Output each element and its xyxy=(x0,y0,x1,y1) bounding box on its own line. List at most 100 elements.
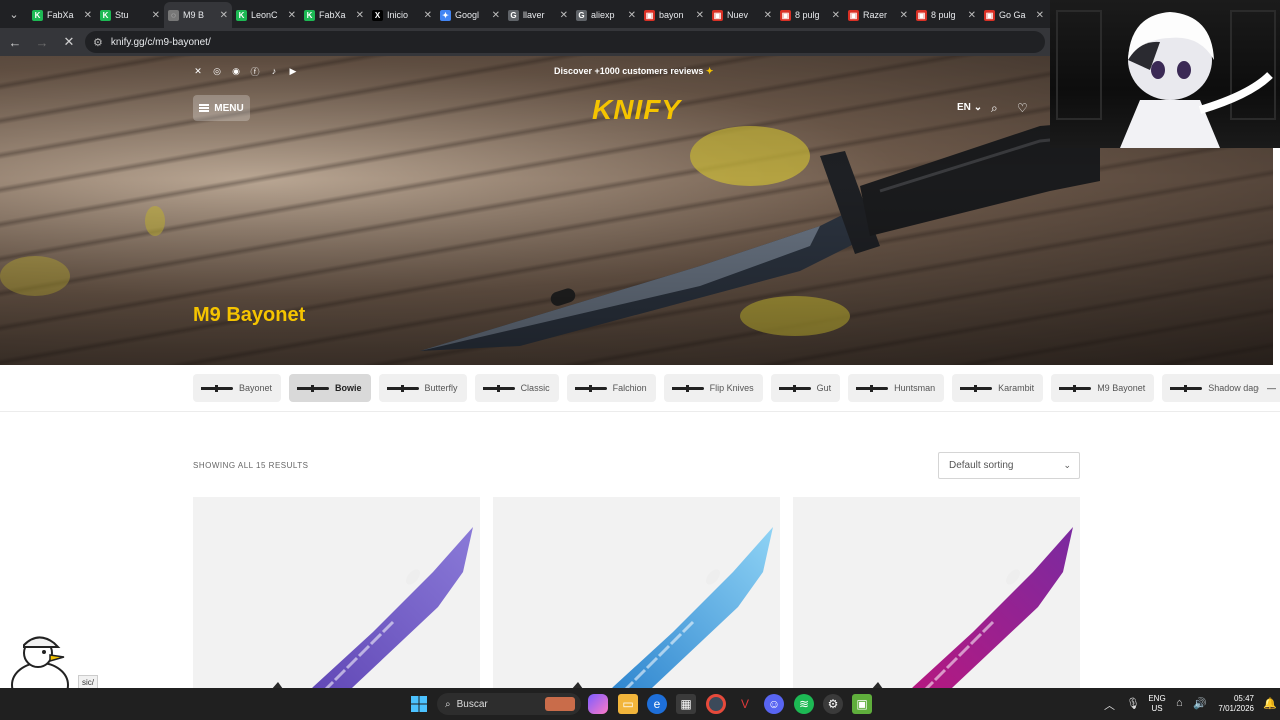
knife-silhouette-icon xyxy=(1059,384,1092,392)
minecraft-icon[interactable]: ▣ xyxy=(852,694,872,714)
forward-arrow-icon[interactable]: → xyxy=(30,30,54,54)
results-count: SHOWING ALL 15 RESULTS xyxy=(193,461,309,470)
tab-close-icon[interactable]: ✕ xyxy=(424,10,432,21)
category-chip-label: Classic xyxy=(520,383,550,393)
browser-tab[interactable]: K LeonC ✕ xyxy=(232,2,300,28)
site-logo[interactable]: KNIFY xyxy=(592,94,681,126)
category-chip[interactable]: Classic xyxy=(474,374,559,402)
tab-close-icon[interactable]: ✕ xyxy=(84,10,92,21)
facebook-icon[interactable]: ⓕ xyxy=(250,66,260,77)
file-explorer-icon[interactable]: ▭ xyxy=(618,694,638,714)
discord-icon[interactable]: ☺ xyxy=(764,694,784,714)
clock[interactable]: 05:47 7/01/2026 xyxy=(1210,688,1254,720)
category-chip[interactable]: Falchion xyxy=(566,374,656,402)
store-icon[interactable]: ▦ xyxy=(676,694,696,714)
address-bar[interactable]: ⚙ knify.gg/c/m9-bayonet/ xyxy=(85,31,1045,53)
tab-close-icon[interactable]: ✕ xyxy=(628,10,636,21)
tab-close-icon[interactable]: ✕ xyxy=(492,10,500,21)
tab-title: M9 B xyxy=(183,10,205,20)
menu-button[interactable]: MENU xyxy=(193,95,250,121)
network-icon[interactable]: ⌂ xyxy=(1176,697,1183,709)
tab-close-icon[interactable]: ✕ xyxy=(356,10,364,21)
tab-close-icon[interactable]: ✕ xyxy=(900,10,908,21)
tab-close-icon[interactable]: ✕ xyxy=(968,10,976,21)
browser-tab[interactable]: K Stu ✕ xyxy=(96,2,164,28)
product-card[interactable] xyxy=(793,497,1080,720)
tab-title: FabXa xyxy=(47,10,74,20)
knife-silhouette-icon xyxy=(960,384,993,392)
wishlist-heart-icon[interactable]: ♡ xyxy=(1017,101,1028,115)
valorant-icon[interactable]: V xyxy=(735,694,755,714)
tab-close-icon[interactable]: ✕ xyxy=(696,10,704,21)
browser-tab[interactable]: ▣ 8 pulg ✕ xyxy=(912,2,980,28)
volume-icon[interactable]: 🔊 xyxy=(1193,697,1207,710)
sort-select[interactable]: Default sorting ⌄ xyxy=(938,452,1080,479)
browser-tab[interactable]: ▣ 8 pulg ✕ xyxy=(776,2,844,28)
category-chip-label: Flip Knives xyxy=(709,383,754,393)
steam-icon[interactable]: ⚙ xyxy=(823,694,843,714)
tray-chevron-up-icon[interactable]: ︿ xyxy=(1104,697,1115,713)
windows-start-icon[interactable] xyxy=(409,694,429,714)
stop-loading-icon[interactable]: ✕ xyxy=(57,30,81,54)
language-label: EN xyxy=(957,102,971,113)
region-code: US xyxy=(1151,704,1163,713)
tab-close-icon[interactable]: ✕ xyxy=(1036,10,1044,21)
microphone-icon[interactable]: 🎙 xyxy=(1126,697,1140,710)
tab-title: Inicio xyxy=(387,10,409,20)
copilot-icon[interactable] xyxy=(588,694,608,714)
browser-tab[interactable]: ▣ Nuev ✕ xyxy=(708,2,776,28)
browser-tab[interactable]: ✦ Googl ✕ xyxy=(436,2,504,28)
spotify-icon[interactable]: ≋ xyxy=(794,694,814,714)
site-info-icon[interactable]: ⚙ xyxy=(93,36,103,49)
tab-title: bayon xyxy=(659,10,684,20)
instagram-icon[interactable]: ◎ xyxy=(212,66,222,76)
category-chip[interactable]: M9 Bayonet xyxy=(1051,374,1155,402)
youtube-icon[interactable]: ▶ xyxy=(288,66,298,76)
tab-favicon-icon: ▣ xyxy=(644,9,655,21)
browser-tab[interactable]: Galiexp ✕ xyxy=(572,2,640,28)
edge-browser-icon[interactable]: e xyxy=(647,694,667,714)
search-highlight-image xyxy=(545,697,575,711)
browser-tab[interactable]: X Inicio ✕ xyxy=(368,2,436,28)
tab-close-icon[interactable]: ✕ xyxy=(288,10,296,21)
reviews-link[interactable]: Discover +1000 customers reviews ✦ xyxy=(554,66,713,77)
product-card[interactable] xyxy=(493,497,780,720)
category-chip[interactable]: Bayonet xyxy=(193,374,282,402)
browser-tab[interactable]: K FabXa ✕ xyxy=(28,2,96,28)
browser-tab[interactable]: ▣ Razer ✕ xyxy=(844,2,912,28)
category-chip[interactable]: Huntsman xyxy=(848,374,945,402)
tiktok-icon[interactable]: ♪ xyxy=(269,66,279,76)
category-chip[interactable]: Karambit xyxy=(952,374,1044,402)
tab-close-icon[interactable]: ✕ xyxy=(560,10,568,21)
browser-tab[interactable]: K FabXa ✕ xyxy=(300,2,368,28)
tab-favicon-icon: K xyxy=(32,9,43,21)
category-chip[interactable]: Gut xyxy=(770,374,841,402)
browser-tab[interactable]: Gllaver ✕ xyxy=(504,2,572,28)
language-selector[interactable]: EN ⌄ xyxy=(957,102,982,113)
tab-favicon-icon: X xyxy=(372,9,383,21)
tab-close-icon[interactable]: ✕ xyxy=(152,10,160,21)
anime-avatar-image xyxy=(1120,12,1273,148)
search-icon[interactable]: ⌕ xyxy=(991,101,998,116)
tab-close-icon[interactable]: ✕ xyxy=(220,10,228,21)
discord-icon[interactable]: ◉ xyxy=(231,66,241,76)
product-card[interactable] xyxy=(193,497,480,720)
browser-tab[interactable]: ▣ Go Ga ✕ xyxy=(980,2,1048,28)
back-arrow-icon[interactable]: ← xyxy=(3,30,27,54)
category-chip[interactable]: Flip Knives xyxy=(663,374,763,402)
tab-close-icon[interactable]: ✕ xyxy=(832,10,840,21)
x-icon[interactable]: ✕ xyxy=(193,66,203,76)
tab-title: Nuev xyxy=(727,10,749,20)
chrome-icon[interactable] xyxy=(706,694,726,714)
input-language-indicator[interactable]: ENG US xyxy=(1146,688,1168,720)
browser-tab[interactable]: ◌ M9 B ✕ xyxy=(164,2,232,28)
category-chip-label: Bayonet xyxy=(239,383,273,393)
taskbar-search-box[interactable]: ⌕ Buscar xyxy=(437,693,581,715)
tab-search-chevron-icon[interactable]: ⌄ xyxy=(0,0,28,28)
chip-overflow-edge[interactable]: — xyxy=(1259,374,1280,402)
tab-close-icon[interactable]: ✕ xyxy=(764,10,772,21)
category-chip[interactable]: Butterfly xyxy=(378,374,467,402)
category-chip[interactable]: Bowie xyxy=(289,374,371,402)
browser-tab[interactable]: ▣ bayon ✕ xyxy=(640,2,708,28)
notification-bell-icon[interactable]: 🔔 xyxy=(1263,697,1277,710)
